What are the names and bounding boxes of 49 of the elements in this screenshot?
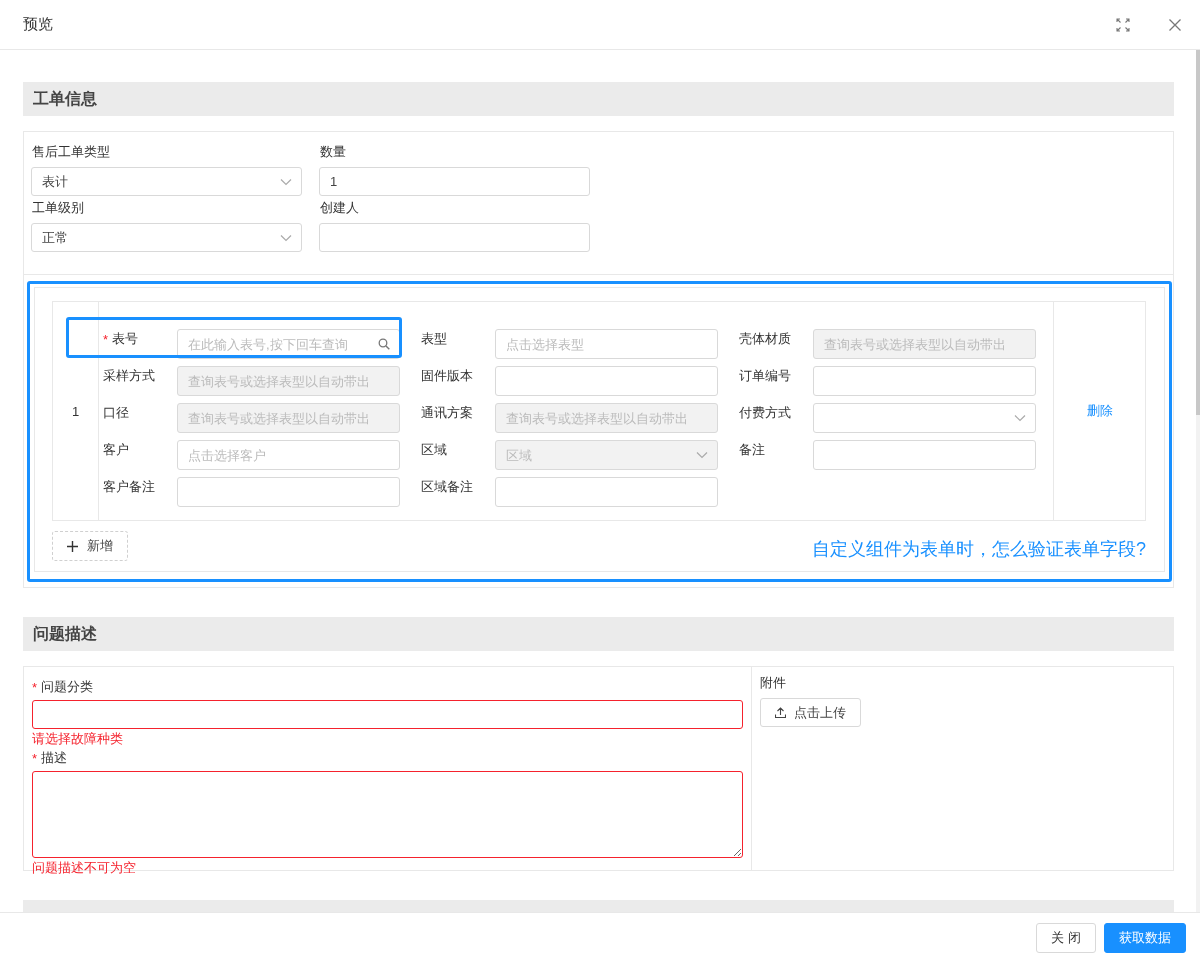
close-icon[interactable] <box>1168 17 1182 32</box>
fullscreen-icon[interactable] <box>1116 17 1130 32</box>
field-label: 表号 <box>112 330 139 348</box>
field-label: 区域备注 <box>421 478 473 496</box>
row-number: 1 <box>71 403 80 419</box>
field-label: 通讯方案 <box>421 404 473 422</box>
chevron-down-icon <box>280 177 292 186</box>
section-title: 工单信息 <box>33 88 97 109</box>
field-label: 备注 <box>739 441 765 459</box>
field-label: 售后工单类型 <box>32 143 110 161</box>
upload-button[interactable]: 点击上传 <box>760 698 861 727</box>
upload-icon <box>775 707 786 718</box>
field-label: 创建人 <box>320 199 359 217</box>
plus-icon <box>67 540 78 552</box>
required-mark: * <box>32 679 38 695</box>
text-area[interactable] <box>32 771 743 858</box>
search-icon <box>378 338 390 350</box>
section-title: 问题描述 <box>33 623 97 644</box>
field-label: 工单级别 <box>32 199 84 217</box>
close-button[interactable]: 关 闭 <box>1036 923 1096 953</box>
field-label: 客户 <box>103 441 129 459</box>
chevron-down-icon <box>1014 414 1026 422</box>
field-label: 固件版本 <box>421 367 473 385</box>
select-field[interactable]: 正常 <box>31 223 302 252</box>
field-label: 采样方式 <box>103 367 155 385</box>
required-mark: * <box>32 750 38 766</box>
select-field[interactable]: 表计 <box>31 167 302 196</box>
field-label: 壳体材质 <box>739 330 791 348</box>
field-label: 数量 <box>320 143 346 161</box>
select-field[interactable] <box>813 403 1036 433</box>
annotation-text: 自定义组件为表单时，怎么验证表单字段? <box>812 538 1146 561</box>
input-field[interactable]: 1 <box>319 167 590 196</box>
field-label: 付费方式 <box>739 404 791 422</box>
field-label: 区域 <box>421 441 447 459</box>
error-message: 请选择故障种类 <box>32 732 124 746</box>
add-button[interactable]: 新增 <box>52 531 128 561</box>
field-label: 问题分类 <box>41 678 94 696</box>
field-label: 描述 <box>41 749 68 767</box>
field-label: 客户备注 <box>103 478 155 496</box>
chevron-down-icon <box>696 451 708 459</box>
field-label: 附件 <box>760 674 786 692</box>
dialog-title: 预览 <box>23 15 53 34</box>
required-mark: * <box>103 331 109 347</box>
field-label: 口径 <box>103 404 129 422</box>
error-message: 问题描述不可为空 <box>32 861 137 875</box>
input-field[interactable] <box>32 700 743 729</box>
field-label: 订单编号 <box>739 367 791 385</box>
chevron-down-icon <box>280 233 292 242</box>
field-label: 表型 <box>421 330 447 348</box>
